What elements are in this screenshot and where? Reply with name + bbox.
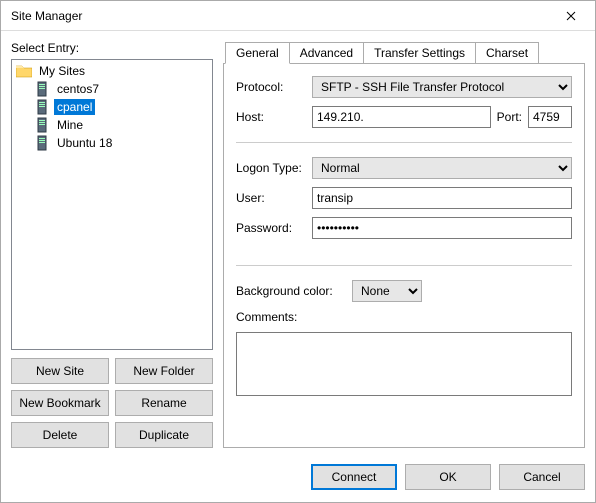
titlebar: Site Manager (1, 1, 595, 31)
bgcolor-label: Background color: (236, 284, 346, 298)
tree-site-label: centos7 (54, 81, 102, 97)
comments-label: Comments: (236, 310, 572, 324)
user-input[interactable] (312, 187, 572, 209)
left-button-grid: New Site New Folder New Bookmark Rename … (11, 358, 213, 448)
new-bookmark-button[interactable]: New Bookmark (11, 390, 109, 416)
ok-button[interactable]: OK (405, 464, 491, 490)
new-site-button[interactable]: New Site (11, 358, 109, 384)
user-label: User: (236, 191, 306, 205)
comments-textarea[interactable] (236, 332, 572, 396)
tree-folder-row[interactable]: My Sites (12, 62, 212, 80)
tree-site-row[interactable]: Ubuntu 18 (12, 134, 212, 152)
tab-body-general: Protocol: SFTP - SSH File Transfer Proto… (223, 63, 585, 448)
logon-type-label: Logon Type: (236, 161, 306, 175)
window-title: Site Manager (11, 9, 551, 23)
left-pane: Select Entry: My Sites centos7 cpanel Mi… (11, 41, 213, 448)
user-row: User: (236, 187, 572, 209)
tree-site-row[interactable]: centos7 (12, 80, 212, 98)
protocol-select[interactable]: SFTP - SSH File Transfer Protocol (312, 76, 572, 98)
new-folder-button[interactable]: New Folder (115, 358, 213, 384)
tab-strip: General Advanced Transfer Settings Chars… (223, 41, 585, 63)
host-row: Host: Port: (236, 106, 572, 128)
close-button[interactable] (551, 2, 591, 30)
port-input[interactable] (528, 106, 572, 128)
connect-button[interactable]: Connect (311, 464, 397, 490)
delete-button[interactable]: Delete (11, 422, 109, 448)
separator (236, 142, 572, 143)
separator (236, 265, 572, 266)
host-label: Host: (236, 110, 306, 124)
tab-advanced[interactable]: Advanced (289, 42, 364, 64)
logon-row: Logon Type: Normal (236, 157, 572, 179)
footer: Connect OK Cancel (1, 454, 595, 502)
host-input[interactable] (312, 106, 491, 128)
folder-icon (16, 63, 32, 79)
password-input[interactable] (312, 217, 572, 239)
close-icon (566, 11, 576, 21)
bgcolor-row: Background color: None (236, 280, 572, 302)
tree-folder-label: My Sites (36, 63, 88, 79)
tree-site-row[interactable]: cpanel (12, 98, 212, 116)
protocol-label: Protocol: (236, 80, 306, 94)
server-icon (34, 99, 50, 115)
cancel-button[interactable]: Cancel (499, 464, 585, 490)
password-label: Password: (236, 221, 306, 235)
protocol-row: Protocol: SFTP - SSH File Transfer Proto… (236, 76, 572, 98)
rename-button[interactable]: Rename (115, 390, 213, 416)
tab-charset[interactable]: Charset (475, 42, 539, 64)
tree-site-row[interactable]: Mine (12, 116, 212, 134)
tab-transfer-settings[interactable]: Transfer Settings (363, 42, 476, 64)
password-row: Password: (236, 217, 572, 239)
server-icon (34, 81, 50, 97)
tree-site-label: Ubuntu 18 (54, 135, 115, 151)
content-area: Select Entry: My Sites centos7 cpanel Mi… (1, 31, 595, 454)
duplicate-button[interactable]: Duplicate (115, 422, 213, 448)
select-entry-label: Select Entry: (11, 41, 213, 55)
tree-site-label: cpanel (54, 99, 95, 115)
bgcolor-select[interactable]: None (352, 280, 422, 302)
tab-general[interactable]: General (225, 42, 290, 64)
port-label: Port: (497, 110, 522, 124)
site-tree[interactable]: My Sites centos7 cpanel Mine Ubuntu 18 (11, 59, 213, 350)
server-icon (34, 135, 50, 151)
right-pane: General Advanced Transfer Settings Chars… (223, 41, 585, 448)
server-icon (34, 117, 50, 133)
tree-site-label: Mine (54, 117, 86, 133)
logon-type-select[interactable]: Normal (312, 157, 572, 179)
